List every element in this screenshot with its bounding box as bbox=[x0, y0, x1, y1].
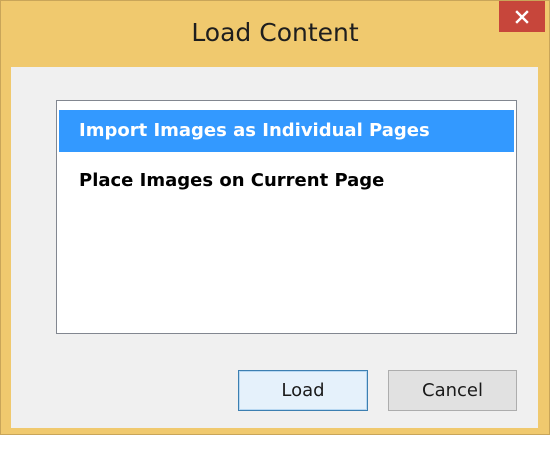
list-item-place-on-current-page[interactable]: Place Images on Current Page bbox=[59, 166, 514, 196]
dialog-title: Load Content bbox=[191, 18, 359, 47]
cancel-button[interactable]: Cancel bbox=[388, 370, 517, 411]
load-content-dialog: Load Content Import Images as Individual… bbox=[0, 0, 550, 435]
list-item-import-individual-pages[interactable]: Import Images as Individual Pages bbox=[59, 110, 514, 152]
load-button[interactable]: Load bbox=[238, 370, 368, 411]
dialog-body: Import Images as Individual Pages Place … bbox=[11, 67, 538, 428]
close-icon bbox=[514, 9, 530, 25]
content-options-list[interactable]: Import Images as Individual Pages Place … bbox=[56, 100, 517, 334]
close-button[interactable] bbox=[499, 1, 545, 32]
title-bar[interactable]: Load Content bbox=[1, 1, 549, 67]
